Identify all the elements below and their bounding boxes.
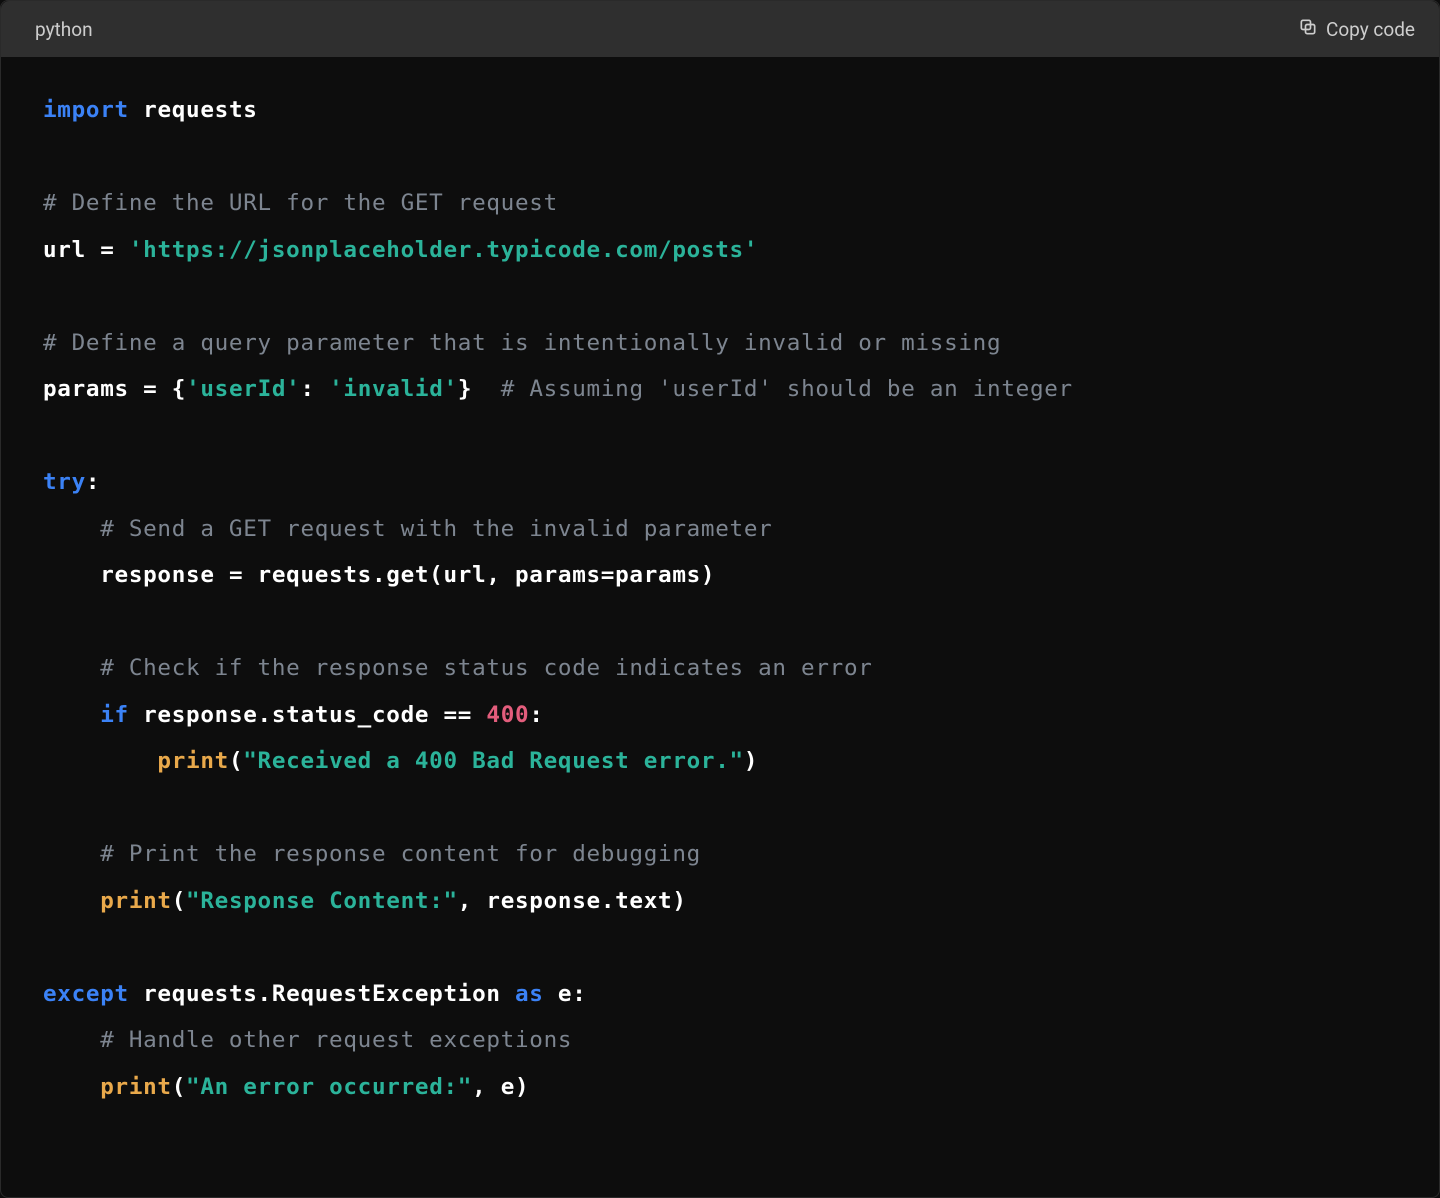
code-string: 'https://jsonplaceholder.typicode.com/po…: [129, 237, 758, 263]
code-token: requests.RequestException: [129, 981, 515, 1007]
code-string: "An error occurred:": [186, 1074, 472, 1100]
code-token: except: [43, 981, 129, 1007]
code-token: , e): [472, 1074, 529, 1100]
code-token: requests: [143, 97, 257, 123]
code-token: print: [100, 1074, 172, 1100]
code-token: , response.text): [458, 888, 687, 914]
code-token: :: [529, 702, 543, 728]
code-token: response = requests.get(url, params=para…: [100, 562, 715, 588]
code-token: as: [515, 981, 544, 1007]
code-token: [43, 702, 100, 728]
copy-code-button[interactable]: Copy code: [1298, 17, 1415, 42]
code-token: print: [100, 888, 172, 914]
code-comment: # Define the URL for the GET request: [43, 190, 558, 216]
language-label: python: [35, 18, 93, 41]
code-token: (: [229, 748, 243, 774]
code-string: 'invalid': [329, 376, 458, 402]
code-token: print: [157, 748, 229, 774]
code-token: =: [86, 237, 129, 263]
code-comment: # Check if the response status code indi…: [43, 655, 873, 681]
copy-code-label: Copy code: [1326, 18, 1415, 41]
code-token: [43, 562, 100, 588]
code-comment: # Handle other request exceptions: [43, 1027, 572, 1053]
code-block: python Copy code import requests # Define…: [0, 0, 1440, 1198]
code-string: "Received a 400 Bad Request error.": [243, 748, 744, 774]
code-token: url: [43, 237, 86, 263]
code-token: :: [300, 376, 329, 402]
code-comment: # Assuming 'userId' should be an integer: [472, 376, 1073, 402]
code-comment: # Define a query parameter that is inten…: [43, 330, 1001, 356]
code-token: :: [86, 469, 100, 495]
code-token: [43, 888, 100, 914]
code-string: 'userId': [186, 376, 300, 402]
code-string: "Response Content:": [186, 888, 458, 914]
code-token: [43, 1074, 100, 1100]
copy-icon: [1298, 17, 1318, 42]
code-token: ): [744, 748, 758, 774]
code-token: try: [43, 469, 86, 495]
code-token: if: [100, 702, 129, 728]
code-token: }: [458, 376, 472, 402]
code-token: response.status_code ==: [129, 702, 487, 728]
code-token: [43, 748, 157, 774]
code-token: =: [129, 376, 172, 402]
code-number: 400: [486, 702, 529, 728]
code-comment: # Send a GET request with the invalid pa…: [43, 516, 772, 542]
code-content[interactable]: import requests # Define the URL for the …: [1, 57, 1439, 1197]
code-token: (: [172, 888, 186, 914]
code-comment: # Print the response content for debuggi…: [43, 841, 701, 867]
code-header: python Copy code: [1, 1, 1439, 57]
code-token: e:: [544, 981, 587, 1007]
code-token: {: [172, 376, 186, 402]
code-token: (: [172, 1074, 186, 1100]
code-token: import: [43, 97, 129, 123]
code-token: params: [43, 376, 129, 402]
